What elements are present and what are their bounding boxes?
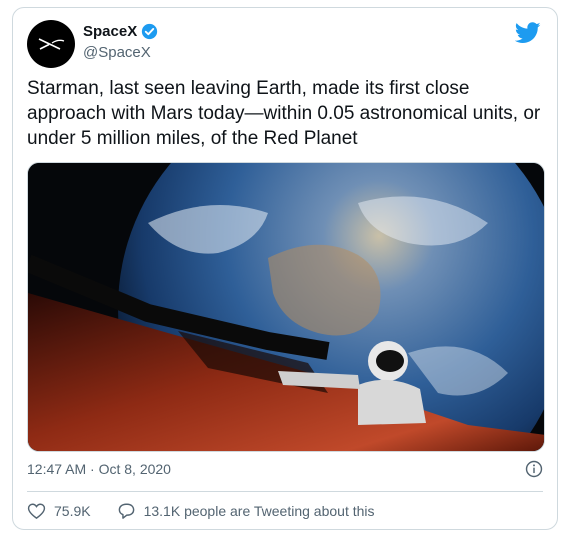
heart-icon	[27, 503, 46, 520]
comment-icon	[118, 503, 134, 519]
verified-badge-icon	[142, 23, 158, 40]
like-button[interactable]: 75.9K	[27, 502, 91, 520]
twitter-bird-icon[interactable]	[515, 22, 541, 44]
like-count: 75.9K	[54, 503, 91, 519]
conversation-button[interactable]: 13.1K people are Tweeting about this	[117, 502, 375, 520]
starman-earth-photo	[28, 163, 544, 451]
divider	[27, 491, 543, 492]
author-name[interactable]: SpaceX	[83, 23, 137, 40]
author-handle[interactable]: @SpaceX	[83, 44, 151, 61]
tweet-text: Starman, last seen leaving Earth, made i…	[27, 78, 541, 149]
engagement-bar: 75.9K 13.1K people are Tweeting about th…	[27, 502, 401, 520]
tweeting-count-label: 13.1K people are Tweeting about this	[143, 503, 375, 519]
avatar[interactable]	[27, 20, 75, 68]
info-icon[interactable]	[525, 460, 543, 478]
timestamp-row: 12:47 AM · Oct 8, 2020	[27, 460, 543, 478]
tweet-timestamp[interactable]: 12:47 AM · Oct 8, 2020	[27, 461, 171, 477]
tweet-media-image[interactable]	[27, 162, 545, 452]
tweet-card: SpaceX @SpaceX Starman, last seen leavin…	[12, 7, 558, 530]
spacex-logo-icon	[38, 38, 65, 50]
author-name-row[interactable]: SpaceX	[83, 23, 158, 40]
